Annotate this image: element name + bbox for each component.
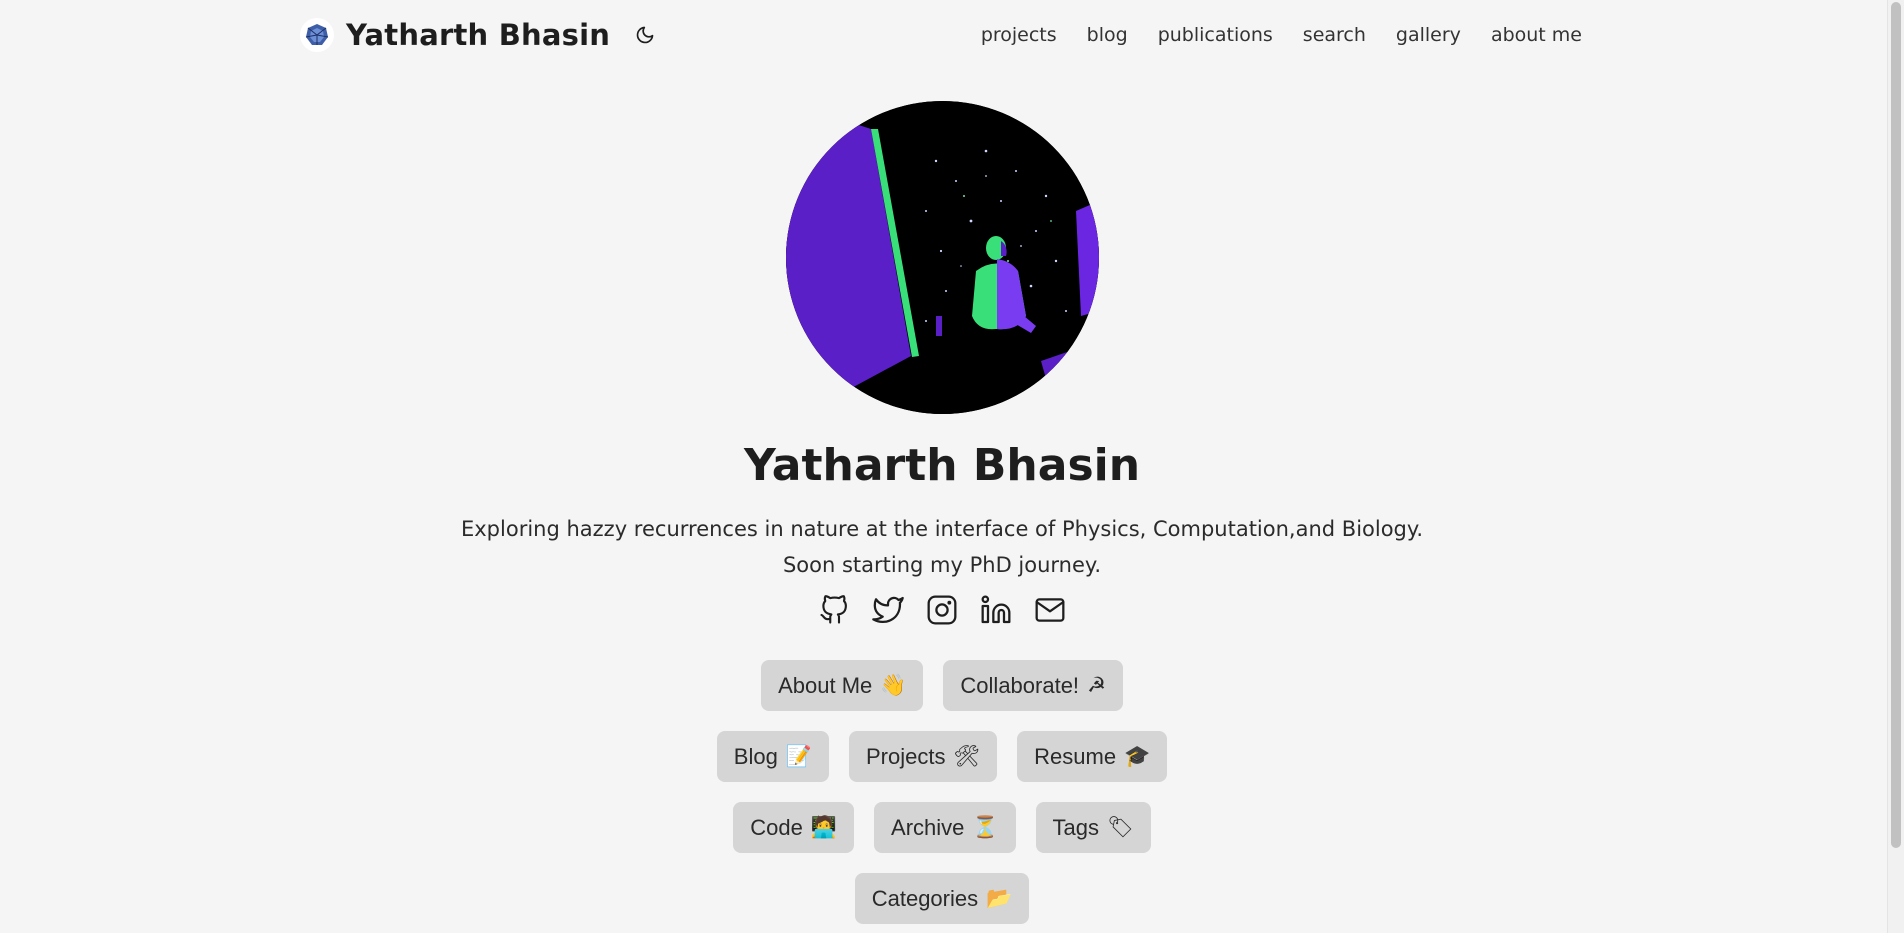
graduation-cap-icon: 🎓 [1124,745,1151,768]
blog-label: Blog [733,743,778,769]
categories-button[interactable]: Categories 📂 [854,873,1030,924]
blog-button[interactable]: Blog 📝 [716,731,829,782]
main-nav: projects blog publications search galler… [981,24,1590,46]
scrollbar-thumb[interactable] [1891,2,1901,848]
nav-gallery[interactable]: gallery [1396,24,1461,46]
nav-blog[interactable]: blog [1087,24,1128,46]
moon-icon[interactable] [632,22,658,48]
nav-publications[interactable]: publications [1158,24,1273,46]
hammer-sickle-icon: ☭ [1087,674,1106,697]
site-header: Yatharth Bhasin projects blog publicatio… [300,0,1590,70]
hourglass-icon: ⏳ [972,816,999,839]
site-title[interactable]: Yatharth Bhasin [346,18,610,52]
code-button[interactable]: Code 🧑‍💻 [733,802,855,853]
resume-label: Resume [1034,743,1117,769]
projects-button[interactable]: Projects 🛠 [848,731,998,782]
label-tag-icon: 🏷 [1107,816,1134,839]
profile-avatar [786,101,1099,414]
button-row-2: Blog 📝 Projects 🛠 Resume 🎓 [0,731,1884,782]
nav-projects[interactable]: projects [981,24,1057,46]
page-scrollbar[interactable] [1887,0,1904,933]
profile-name: Yatharth Bhasin [743,440,1141,491]
collaborate-label: Collaborate! [960,672,1080,698]
projects-label: Projects [865,743,946,769]
tags-button[interactable]: Tags 🏷 [1035,802,1151,853]
nav-search[interactable]: search [1303,24,1366,46]
button-row-4: Categories 📂 [0,873,1884,924]
about-me-label: About Me [778,672,873,698]
github-icon[interactable] [817,592,851,628]
twitter-icon[interactable] [871,592,905,628]
linkedin-icon[interactable] [979,592,1013,628]
technologist-icon: 🧑‍💻 [810,816,838,839]
resume-button[interactable]: Resume 🎓 [1017,731,1168,782]
open-folder-icon: 📂 [986,887,1013,910]
tagline-line-1: Exploring hazzy recurrences in nature at… [460,517,1423,541]
collaborate-button[interactable]: Collaborate! ☭ [943,660,1123,711]
page: Yatharth Bhasin projects blog publicatio… [0,0,1904,933]
profile-tagline: Exploring hazzy recurrences in nature at… [0,511,1884,583]
button-row-3: Code 🧑‍💻 Archive ⏳ Tags 🏷 [0,802,1884,853]
archive-button[interactable]: Archive ⏳ [874,802,1016,853]
email-icon[interactable] [1033,592,1067,628]
categories-label: Categories [871,885,979,911]
tags-label: Tags [1052,814,1100,840]
site-logo-icon[interactable] [300,18,334,52]
about-me-button[interactable]: About Me 👋 [761,660,924,711]
tools-icon: 🛠 [953,745,981,768]
nav-about-me[interactable]: about me [1491,24,1582,46]
instagram-icon[interactable] [925,592,959,628]
social-links [0,592,1884,628]
code-label: Code [750,814,803,840]
memo-icon: 📝 [785,745,812,768]
button-row-1: About Me 👋 Collaborate! ☭ [0,660,1884,711]
tagline-line-2: Soon starting my PhD journey. [782,553,1102,577]
brand: Yatharth Bhasin [300,18,658,52]
archive-label: Archive [891,814,965,840]
waving-hand-icon: 👋 [880,674,907,697]
